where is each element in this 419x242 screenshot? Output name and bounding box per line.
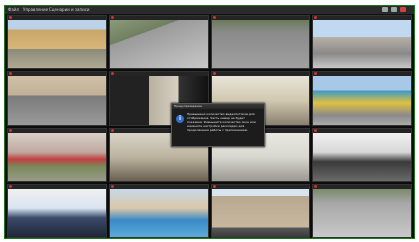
camera-caption-bar [8,184,106,189]
camera-feed-image [8,20,106,69]
camera-feed-image [109,188,208,237]
menu-file[interactable]: Файл [8,6,19,14]
camera-view-1[interactable] [7,15,107,70]
record-indicator-icon [314,184,318,188]
record-indicator-icon [9,184,12,188]
layout-icon[interactable] [382,7,388,12]
camera-caption-bar [313,72,411,77]
record-indicator-icon [314,72,318,76]
camera-caption-bar [8,72,106,77]
camera-feed-image [313,76,411,125]
camera-view-4[interactable] [312,15,412,70]
app-window: Файл Управление Сценарии и записи Предуп… [0,0,419,242]
record-indicator-icon [314,16,318,19]
record-indicator-icon [212,16,216,19]
camera-caption-bar [8,128,106,133]
warning-dialog[interactable]: Предупреждение i Превышено количество ви… [171,103,265,147]
info-icon: i [176,115,184,123]
menu-scenarios[interactable]: Сценарии и записи [49,6,90,14]
camera-view-15[interactable] [210,183,311,238]
record-indicator-icon [110,184,114,188]
camera-view-12[interactable] [312,127,412,182]
record-indicator-icon [212,184,216,188]
camera-feed-image [8,132,106,181]
record-indicator-icon [110,16,114,19]
record-indicator-icon [9,128,12,132]
close-icon[interactable] [400,7,406,12]
camera-view-3[interactable] [210,15,311,70]
dialog-title: Предупреждение [172,104,264,109]
camera-caption-bar [211,184,310,189]
record-indicator-icon [314,128,318,132]
video-surveillance-window: Файл Управление Сценарии и записи Предуп… [4,5,415,239]
camera-view-13[interactable] [7,183,107,238]
record-indicator-icon [110,128,114,132]
camera-feed-image [313,20,411,69]
camera-caption-bar [211,72,310,77]
camera-caption-bar [313,128,411,133]
camera-feed-image [109,20,208,69]
record-indicator-icon [9,16,12,19]
camera-feed-image [211,20,310,69]
camera-caption-bar [313,184,411,189]
camera-view-9[interactable] [7,127,107,182]
camera-caption-bar [109,184,208,189]
camera-feed-image [313,188,411,237]
camera-view-16[interactable] [312,183,412,238]
camera-view-5[interactable] [7,71,107,126]
record-indicator-icon [110,72,114,76]
menu-bar: Файл Управление Сценарии и записи [5,6,414,15]
menu-control[interactable]: Управление [23,6,48,14]
camera-caption-bar [313,16,411,20]
camera-caption-bar [109,72,208,77]
fullscreen-icon[interactable] [391,7,397,12]
camera-caption-bar [8,16,106,20]
camera-view-8[interactable] [312,71,412,126]
record-indicator-icon [212,72,216,76]
record-indicator-icon [9,72,12,76]
camera-feed-image [211,188,310,237]
camera-view-2[interactable] [108,15,209,70]
camera-caption-bar [211,16,310,20]
camera-feed-image [313,132,411,181]
camera-feed-image [8,188,106,237]
camera-feed-image [8,76,106,125]
camera-caption-bar [109,16,208,20]
camera-view-14[interactable] [108,183,209,238]
dialog-message: Превышено количество видеопотоков для от… [187,112,256,132]
